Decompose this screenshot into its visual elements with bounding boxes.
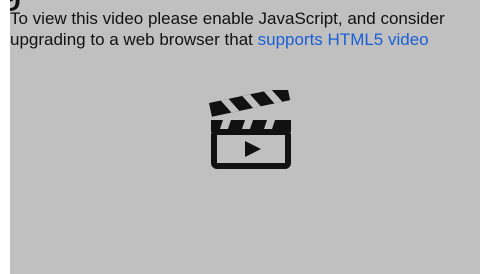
clapperboard-play-icon xyxy=(209,90,291,169)
video-fallback-message: To view this video please enable JavaScr… xyxy=(10,8,470,50)
video-player: g To view this video please enable JavaS… xyxy=(10,0,480,274)
html5-video-support-link[interactable]: supports HTML5 video xyxy=(258,30,429,49)
